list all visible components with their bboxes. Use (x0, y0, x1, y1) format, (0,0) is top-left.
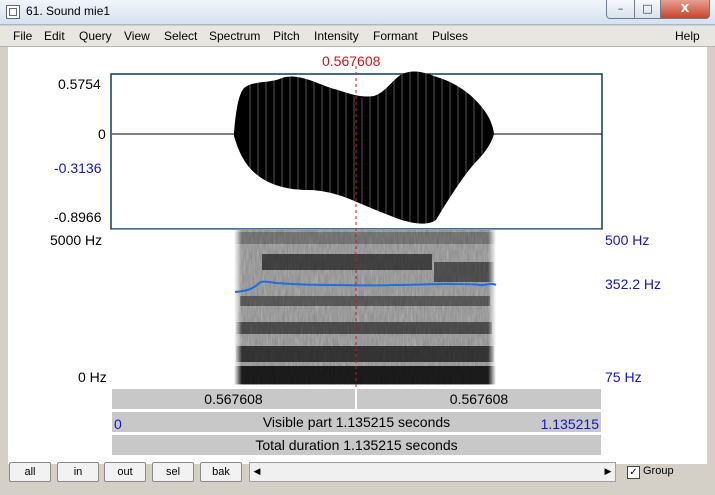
visible-part-bar[interactable]: 0 Visible part 1.135215 seconds 1.135215 (111, 411, 602, 433)
scroll-left-arrow-icon[interactable]: ◀ (250, 463, 264, 481)
scroll-right-arrow-icon[interactable]: ▶ (601, 463, 615, 481)
visible-end-label: 1.135215 (540, 416, 599, 432)
visible-part-label: Visible part 1.135215 seconds (262, 414, 451, 430)
praat-sound-window: 61. Sound mie1 – □ X File Edit Query Vie… (0, 0, 715, 495)
group-label: Group (643, 465, 674, 477)
visible-start-label: 0 (114, 416, 122, 432)
segment-before-cursor[interactable]: 0.567608 (111, 388, 356, 410)
zoom-out-button[interactable]: out (104, 462, 146, 482)
spectrogram-image (234, 230, 496, 385)
time-scrollbar[interactable]: ◀ ▶ (249, 462, 616, 482)
segment-after-cursor[interactable]: 0.567608 (356, 388, 602, 410)
total-duration-bar[interactable]: Total duration 1.135215 seconds (111, 434, 602, 456)
zoom-in-button[interactable]: in (57, 462, 99, 482)
zoom-selection-button[interactable]: sel (152, 462, 194, 482)
zoom-back-button[interactable]: bak (200, 462, 242, 482)
group-checkbox[interactable]: ✓ (627, 466, 640, 479)
zoom-all-button[interactable]: all (9, 462, 51, 482)
